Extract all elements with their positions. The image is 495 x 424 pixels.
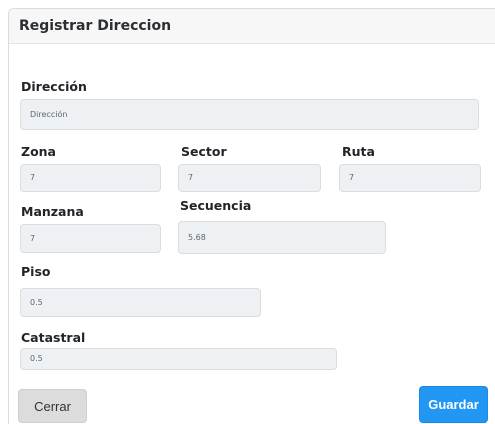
modal-header: Registrar Direccion: [9, 9, 495, 44]
save-button[interactable]: Guardar: [419, 386, 488, 423]
zona-input[interactable]: 7: [20, 164, 161, 192]
direccion-placeholder: Dirección: [30, 109, 68, 119]
ruta-label: Ruta: [342, 144, 375, 159]
secuencia-input[interactable]: 5.68: [178, 221, 386, 254]
catastral-input[interactable]: 0.5: [20, 348, 337, 370]
sector-label: Sector: [181, 144, 227, 159]
secuencia-value: 5.68: [188, 232, 206, 242]
zona-label: Zona: [21, 144, 56, 159]
sector-value: 7: [188, 173, 194, 182]
modal-title: Registrar Direccion: [19, 18, 172, 34]
save-button-label: Guardar: [428, 397, 479, 412]
secuencia-label: Secuencia: [180, 198, 252, 213]
piso-value: 0.5: [30, 297, 43, 307]
zona-value: 7: [30, 173, 36, 182]
close-button[interactable]: Cerrar: [18, 389, 87, 423]
manzana-input[interactable]: 7: [20, 224, 161, 253]
manzana-value: 7: [30, 233, 36, 243]
close-button-label: Cerrar: [34, 398, 71, 414]
manzana-label: Manzana: [21, 204, 84, 219]
ruta-input[interactable]: 7: [339, 164, 481, 192]
piso-input[interactable]: 0.5: [20, 288, 261, 317]
piso-label: Piso: [21, 264, 51, 279]
ruta-value: 7: [349, 173, 355, 182]
catastral-value: 0.5: [30, 354, 43, 363]
catastral-label: Catastral: [21, 330, 86, 345]
direccion-input[interactable]: Dirección: [20, 99, 479, 130]
sector-input[interactable]: 7: [178, 164, 321, 192]
direccion-label: Dirección: [21, 79, 87, 94]
